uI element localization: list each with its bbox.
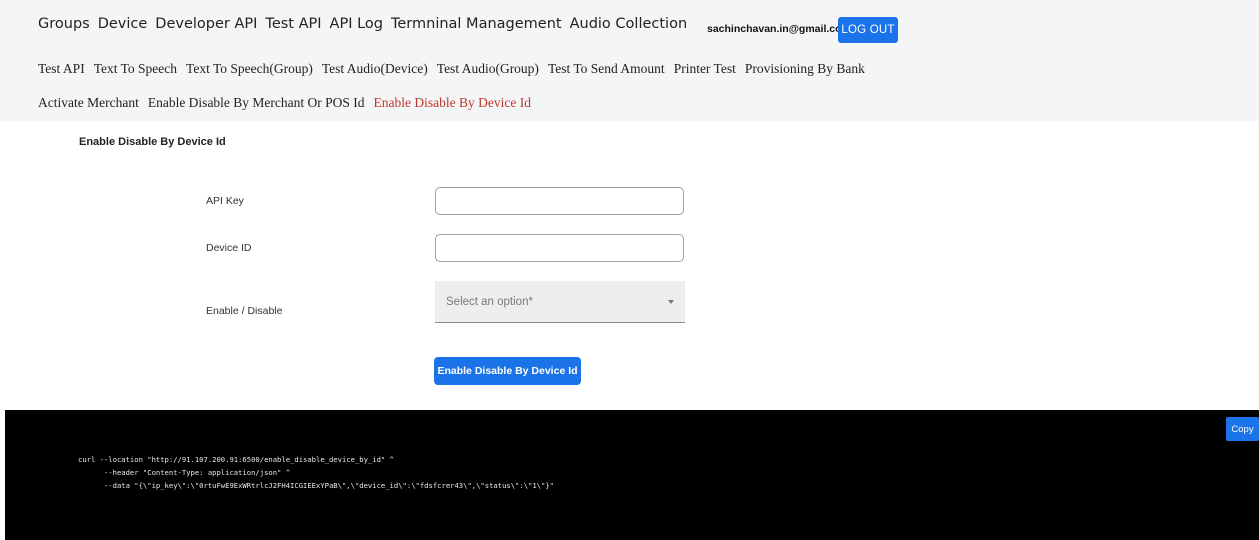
enable-disable-submit-button[interactable]: Enable Disable By Device Id [434, 357, 581, 385]
enable-disable-label: Enable / Disable [206, 305, 283, 317]
select-placeholder: Select an option* [446, 295, 533, 308]
device-id-label: Device ID [206, 242, 252, 254]
device-id-input[interactable] [435, 234, 684, 262]
code-line: --header "Content-Type: application/json… [78, 468, 291, 477]
top-navigation: Groups Device Developer API Test API API… [0, 0, 1259, 121]
subnav-text-to-speech[interactable]: Text To Speech [94, 61, 177, 77]
nav-groups[interactable]: Groups [38, 16, 90, 32]
subnav-test-audio-group[interactable]: Test Audio(Group) [437, 61, 539, 77]
subnav-provisioning-by-bank[interactable]: Provisioning By Bank [745, 61, 865, 77]
nav-terminal-management[interactable]: Termninal Management [391, 16, 562, 32]
curl-code-block: curl --location "http://91.107.200.91:65… [78, 453, 554, 492]
api-key-label: API Key [206, 195, 244, 207]
subnav-enable-disable-by-device-id[interactable]: Enable Disable By Device Id [374, 95, 531, 111]
logout-button[interactable]: LOG OUT [838, 17, 898, 43]
enable-disable-select[interactable]: Select an option* [435, 281, 685, 323]
sub-nav-row-1: Test API Text To Speech Text To Speech(G… [38, 61, 874, 77]
api-key-input[interactable] [435, 187, 684, 215]
page-title: Enable Disable By Device Id [79, 136, 226, 148]
chevron-down-icon [668, 300, 674, 304]
nav-test-api[interactable]: Test API [265, 16, 321, 32]
subnav-enable-disable-by-merchant[interactable]: Enable Disable By Merchant Or POS Id [148, 95, 365, 111]
copy-button[interactable]: Copy [1226, 417, 1259, 441]
subnav-test-audio-device[interactable]: Test Audio(Device) [322, 61, 428, 77]
nav-device[interactable]: Device [98, 16, 148, 32]
nav-api-log[interactable]: API Log [330, 16, 383, 32]
code-line: curl --location "http://91.107.200.91:65… [78, 455, 394, 464]
subnav-printer-test[interactable]: Printer Test [674, 61, 736, 77]
nav-audio-collection[interactable]: Audio Collection [570, 16, 688, 32]
code-line: --data "{\"ip_key\":\"0rtuFwE9ExWRtrlcJ2… [78, 481, 554, 490]
subnav-test-api[interactable]: Test API [38, 61, 85, 77]
main-nav: Groups Device Developer API Test API API… [38, 16, 695, 32]
sub-nav-row-2: Activate Merchant Enable Disable By Merc… [38, 95, 540, 111]
nav-developer-api[interactable]: Developer API [155, 16, 257, 32]
code-panel: curl --location "http://91.107.200.91:65… [5, 410, 1259, 540]
subnav-text-to-speech-group[interactable]: Text To Speech(Group) [186, 61, 313, 77]
user-email: sachinchavan.in@gmail.com [707, 23, 851, 35]
subnav-test-to-send-amount[interactable]: Test To Send Amount [548, 61, 665, 77]
subnav-activate-merchant[interactable]: Activate Merchant [38, 95, 139, 111]
